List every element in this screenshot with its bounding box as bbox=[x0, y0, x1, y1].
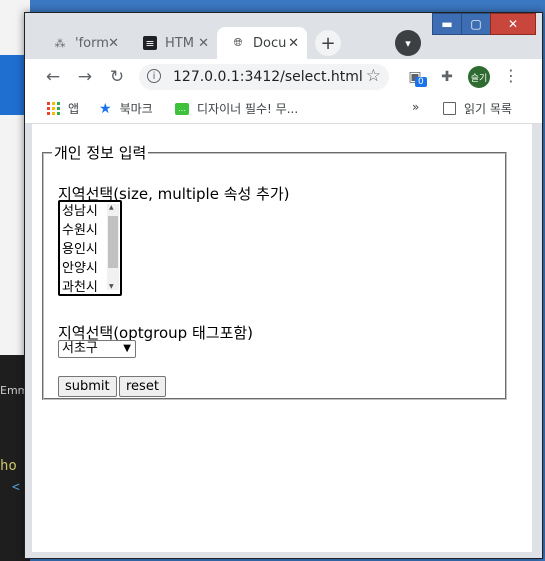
chat-bubble-icon: … bbox=[175, 102, 189, 115]
submit-button[interactable]: submit bbox=[58, 376, 117, 397]
listbox-scrollbar[interactable]: ▲ ▼ bbox=[107, 204, 119, 290]
tab-htm[interactable]: ≡ HTM ✕ bbox=[129, 27, 217, 59]
star-icon: ★ bbox=[99, 100, 112, 117]
background-code-line: < bbox=[12, 480, 20, 495]
tab-title: Docu bbox=[253, 35, 287, 51]
notion-icon: ≡ bbox=[143, 36, 157, 50]
scroll-up-icon[interactable]: ▲ bbox=[109, 204, 114, 211]
close-tab-icon[interactable]: ✕ bbox=[108, 36, 119, 51]
page-content: 개인 정보 입력 지역선택(size, multiple 속성 추가) 성남시 … bbox=[32, 124, 532, 552]
tab-form[interactable]: ⁂ 'form ✕ bbox=[39, 27, 127, 59]
browser-window: ▬ ▢ ✕ ⁂ 'form ✕ ≡ HTM ✕ 🌐︎ Docu ✕ + ▾ ← … bbox=[24, 12, 543, 559]
bookmark-label: 북마크 bbox=[119, 102, 153, 116]
close-tab-icon[interactable]: ✕ bbox=[288, 36, 299, 51]
apps-grid-icon bbox=[47, 102, 60, 115]
background-code-line: ho bbox=[0, 458, 17, 474]
reset-button[interactable]: reset bbox=[119, 376, 166, 397]
new-tab-button[interactable]: + bbox=[315, 30, 341, 56]
kebab-menu-icon[interactable]: ⋮ bbox=[503, 66, 519, 85]
extension-badge: 0 bbox=[415, 77, 427, 87]
region-listbox[interactable]: 성남시 수원시 용인시 안양시 과천시 ▲ ▼ bbox=[58, 200, 122, 296]
back-arrow-icon[interactable]: ← bbox=[41, 65, 65, 89]
district-select[interactable]: 서초구 ▼ bbox=[58, 340, 136, 358]
reading-list[interactable]: 읽기 목록 bbox=[443, 100, 512, 117]
tab-document[interactable]: 🌐︎ Docu ✕ bbox=[217, 27, 307, 59]
bookmark-apps[interactable]: 앱 bbox=[47, 100, 79, 117]
scrollbar-thumb[interactable] bbox=[108, 216, 118, 268]
tab-search-icon[interactable]: ▾ bbox=[395, 30, 421, 56]
reading-list-icon bbox=[443, 102, 456, 115]
fieldset-legend: 개인 정보 입력 bbox=[54, 144, 147, 162]
personal-info-fieldset: 개인 정보 입력 지역선택(size, multiple 속성 추가) 성남시 … bbox=[42, 142, 507, 400]
bookmark-folder[interactable]: ★ 북마크 bbox=[99, 100, 153, 117]
chevron-down-icon: ▼ bbox=[123, 343, 131, 354]
bookmarks-overflow-button[interactable]: » bbox=[412, 100, 419, 114]
scroll-down-icon[interactable]: ▼ bbox=[109, 283, 114, 290]
address-bar[interactable]: i 127.0.0.1:3412/select.html ☆ bbox=[139, 64, 389, 90]
avatar[interactable]: 슬기 bbox=[468, 66, 490, 88]
close-tab-icon[interactable]: ✕ bbox=[198, 36, 209, 51]
browser-toolbar: ← → ↻ i 127.0.0.1:3412/select.html ☆ ▣0 … bbox=[25, 59, 542, 95]
tab-title: HTM bbox=[165, 35, 194, 51]
bookmark-designer[interactable]: … 디자이너 필수! 무... bbox=[175, 100, 298, 117]
slack-icon: ⁂ bbox=[54, 36, 66, 50]
forward-arrow-icon[interactable]: → bbox=[73, 65, 97, 89]
reload-icon[interactable]: ↻ bbox=[105, 65, 129, 89]
tab-title: 'form bbox=[75, 35, 109, 51]
bookmarks-bar: 앱 ★ 북마크 … 디자이너 필수! 무... » 읽기 목록 bbox=[25, 95, 542, 124]
bookmark-label: 앱 bbox=[68, 102, 80, 116]
bookmark-star-icon[interactable]: ☆ bbox=[366, 66, 381, 86]
tab-strip: ⁂ 'form ✕ ≡ HTM ✕ 🌐︎ Docu ✕ + ▾ bbox=[25, 27, 542, 59]
url-text[interactable]: 127.0.0.1:3412/select.html bbox=[173, 69, 363, 85]
extension-icon[interactable]: ▣0 bbox=[405, 67, 427, 87]
info-icon[interactable]: i bbox=[147, 69, 161, 83]
reading-list-label: 읽기 목록 bbox=[464, 102, 512, 116]
globe-icon: 🌐︎ bbox=[233, 36, 243, 49]
bookmark-label: 디자이너 필수! 무... bbox=[197, 102, 299, 116]
select-value: 서초구 bbox=[62, 341, 98, 356]
puzzle-extensions-icon[interactable]: ✚ bbox=[437, 67, 457, 87]
